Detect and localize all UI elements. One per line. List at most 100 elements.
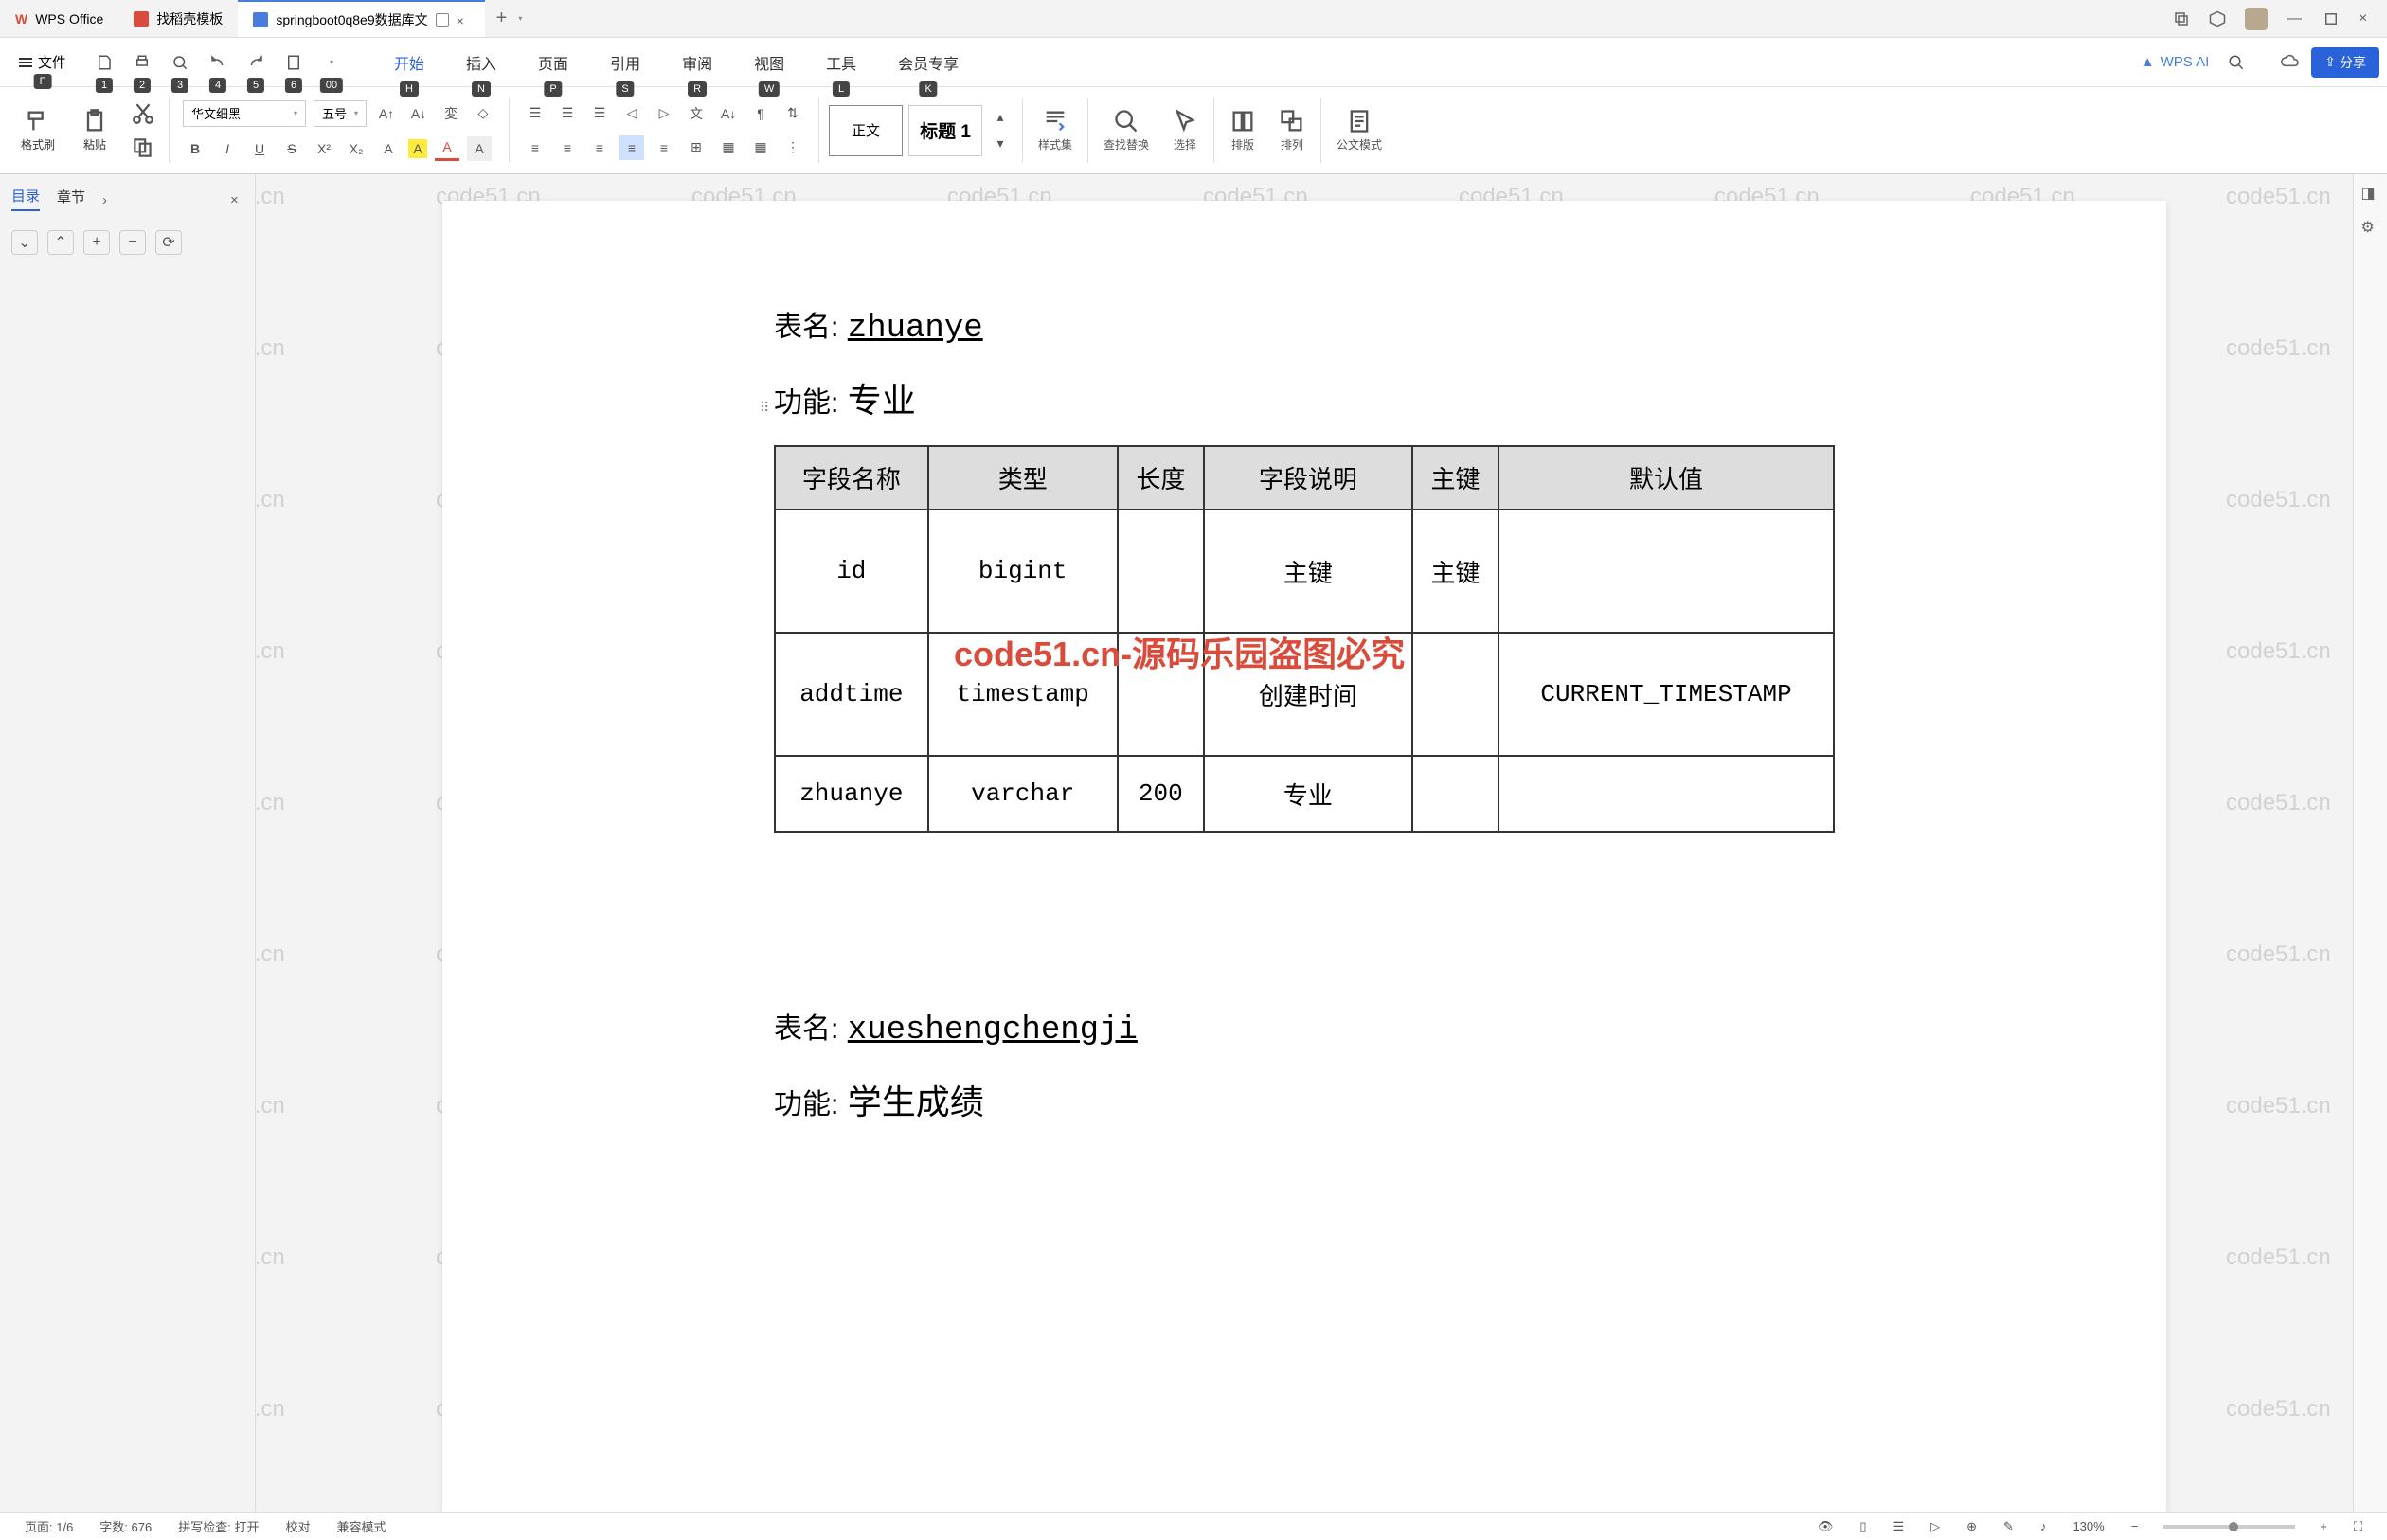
table-row[interactable]: zhuanye varchar 200 专业 [775, 756, 1834, 832]
borders-button[interactable]: ▦ [748, 135, 773, 160]
cube-icon[interactable] [2209, 10, 2226, 27]
phonetic-button[interactable]: 変 [439, 101, 463, 126]
sub-button[interactable]: X₂ [344, 136, 368, 161]
tab-menu-dropdown[interactable]: ▾ [518, 14, 522, 23]
settings-icon[interactable]: ⚙ [2361, 218, 2380, 237]
font-color-button[interactable]: A [435, 136, 459, 161]
qa-undo-button[interactable]: 4 [203, 49, 233, 76]
wps-ai-button[interactable]: ▲ WPS AI [2129, 54, 2221, 70]
para-settings-button[interactable]: ⋮ [781, 135, 805, 160]
fullscreen-icon[interactable]: ⛶ [2341, 1519, 2376, 1534]
expand-all-button[interactable]: ⌃ [47, 230, 74, 255]
outdent-button[interactable]: ◁ [619, 101, 644, 126]
tab-review[interactable]: 审阅R [665, 45, 729, 80]
table-row[interactable]: id bigint 主键 主键 [775, 510, 1834, 633]
qa-redo-button[interactable]: 5 [241, 49, 271, 76]
tab-reference[interactable]: 引用S [593, 45, 657, 80]
super-button[interactable]: X² [312, 136, 336, 161]
distribute-button[interactable]: ≡ [652, 135, 676, 160]
collapse-all-button[interactable]: ⌄ [11, 230, 38, 255]
grow-font-button[interactable]: A↑ [374, 101, 399, 126]
status-spell[interactable]: 拼写检查: 打开 [165, 1517, 272, 1535]
paste-button[interactable]: 粘贴 [81, 108, 108, 152]
refresh-button[interactable]: ⟳ [155, 230, 182, 255]
window-close-icon[interactable]: × [2359, 10, 2376, 27]
layout-button[interactable]: 排版 [1218, 104, 1267, 156]
view-web-icon[interactable]: ⊕ [1953, 1519, 1990, 1534]
table-drag-handle-icon[interactable]: ⠿ [760, 400, 767, 416]
eye-icon[interactable]: 👁 [1804, 1519, 1847, 1534]
zoom-value[interactable]: 130% [2059, 1519, 2117, 1533]
minimize-icon[interactable]: — [2287, 10, 2304, 27]
style-prev-button[interactable]: ▴ [988, 105, 1013, 130]
align-left-button[interactable]: ≡ [523, 135, 547, 160]
cloud-sync-icon[interactable] [2281, 53, 2300, 72]
clear-format-button[interactable]: ◇ [471, 101, 495, 126]
find-replace-button[interactable]: 查找替换 [1092, 104, 1160, 156]
maximize-icon[interactable] [2323, 10, 2340, 27]
bullets-button[interactable]: ☰ [523, 101, 547, 126]
qa-preview-button[interactable]: 3 [165, 49, 195, 76]
add-item-button[interactable]: + [83, 230, 110, 255]
file-menu[interactable]: 文件 F [8, 52, 78, 72]
text-effect-button[interactable]: A [376, 136, 401, 161]
indent-button[interactable]: ▷ [652, 101, 676, 126]
tab-start[interactable]: 开始H [377, 45, 441, 80]
tab-member[interactable]: 会员专享K [881, 45, 976, 80]
view-page-icon[interactable]: ▯ [1846, 1519, 1879, 1534]
zoom-out-button[interactable]: − [2118, 1519, 2152, 1533]
tab-view[interactable]: 视图W [737, 45, 801, 80]
char-bg-button[interactable]: A [467, 136, 492, 161]
view-outline-icon[interactable]: ☰ [1879, 1519, 1917, 1534]
style-next-button[interactable]: ▾ [988, 132, 1013, 156]
underline-button[interactable]: U [247, 136, 272, 161]
shading-button[interactable]: ▦ [716, 135, 741, 160]
remove-item-button[interactable]: − [119, 230, 146, 255]
status-words[interactable]: 字数: 676 [86, 1517, 165, 1535]
tab-insert[interactable]: 插入N [449, 45, 513, 80]
multi-window-icon[interactable] [2173, 10, 2190, 27]
table-row[interactable]: addtime timestamp 创建时间 CURRENT_TIMESTAMP [775, 633, 1834, 756]
sort-button[interactable]: A↓ [716, 101, 741, 126]
numbering-button[interactable]: ☰ [555, 101, 580, 126]
chevron-right-icon[interactable]: › [102, 192, 116, 206]
line-spacing-button[interactable]: ⇅ [781, 101, 805, 126]
sidebar-close-icon[interactable]: × [230, 192, 243, 206]
app-tab-wps[interactable]: W WPS Office [0, 0, 118, 37]
vert-align-button[interactable]: ⊞ [684, 135, 709, 160]
sidebar-tab-toc[interactable]: 目录 [11, 186, 40, 211]
tab-feedback-icon[interactable] [436, 13, 449, 27]
app-tab-document[interactable]: springboot0q8e9数据库文 × [238, 0, 484, 37]
arrange-button[interactable]: 排列 [1267, 104, 1317, 156]
align-right-button[interactable]: ≡ [587, 135, 612, 160]
font-name-select[interactable]: 华文细黑▾ [183, 100, 306, 127]
qa-print-button[interactable]: 2 [127, 49, 157, 76]
select-button[interactable]: 选择 [1160, 104, 1210, 156]
qa-new-button[interactable]: 6 [278, 49, 309, 76]
style-normal[interactable]: 正文 [829, 105, 903, 156]
view-speech-icon[interactable]: ♪ [2027, 1519, 2060, 1533]
justify-button[interactable]: ≡ [619, 135, 644, 160]
copy-button[interactable] [131, 135, 155, 160]
bold-button[interactable]: B [183, 136, 207, 161]
highlight-button[interactable]: A [408, 139, 427, 158]
shrink-font-button[interactable]: A↓ [406, 101, 431, 126]
schema-table[interactable]: 字段名称 类型 长度 字段说明 主键 默认值 id bigint 主键 主键 [774, 445, 1835, 833]
search-icon[interactable] [2228, 54, 2245, 71]
toggle-panel-icon[interactable]: ◨ [2361, 184, 2380, 203]
qa-save-button[interactable]: 1 [89, 49, 119, 76]
official-mode-button[interactable]: 公文模式 [1325, 104, 1393, 156]
style-heading-1[interactable]: 标题 1 [908, 105, 982, 156]
view-edit-icon[interactable]: ✎ [1990, 1519, 2027, 1534]
font-size-select[interactable]: 五号▾ [314, 100, 367, 127]
style-set-button[interactable]: 样式集 [1027, 104, 1084, 156]
status-proof[interactable]: 校对 [272, 1517, 323, 1535]
qa-more-button[interactable]: ▾00 [316, 49, 347, 76]
sidebar-tab-chapters[interactable]: 章节 [57, 187, 85, 210]
status-page[interactable]: 页面: 1/6 [11, 1517, 86, 1535]
avatar[interactable] [2245, 8, 2268, 30]
tab-tools[interactable]: 工具L [809, 45, 873, 80]
strike-button[interactable]: S [279, 136, 304, 161]
zoom-slider[interactable] [2163, 1525, 2295, 1529]
cut-button[interactable] [131, 101, 155, 126]
